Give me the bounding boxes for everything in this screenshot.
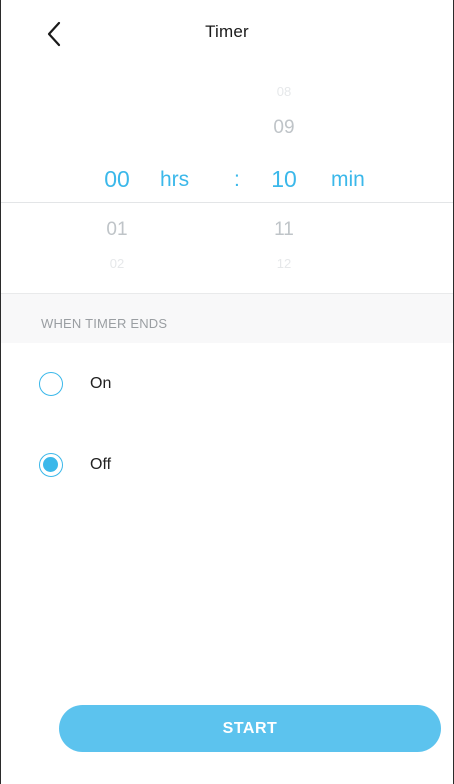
page-title: Timer xyxy=(205,22,249,41)
time-picker[interactable]: 00 01 02 hrs : 08 09 10 11 12 min xyxy=(1,68,453,293)
minutes-below-near[interactable]: 11 xyxy=(254,219,314,241)
hours-below-near[interactable]: 01 xyxy=(87,219,147,241)
selection-divider xyxy=(1,202,453,203)
header: Timer xyxy=(1,0,453,68)
option-on[interactable]: On xyxy=(39,364,339,404)
option-off-label: Off xyxy=(90,456,112,473)
timer-end-section-header: WHEN TIMER ENDS xyxy=(1,293,453,343)
minutes-unit: min xyxy=(331,168,365,191)
hours-below-far[interactable]: 02 xyxy=(87,256,147,271)
radio-on[interactable] xyxy=(39,372,63,396)
hours-unit: hrs xyxy=(160,168,190,191)
hours-selected[interactable]: 00 xyxy=(87,166,147,193)
minutes-below-far[interactable]: 12 xyxy=(254,256,314,271)
time-separator: : xyxy=(234,168,240,191)
minutes-selected[interactable]: 10 xyxy=(254,166,314,193)
radio-off[interactable] xyxy=(39,453,63,477)
option-off[interactable]: Off xyxy=(39,445,339,485)
section-label: WHEN TIMER ENDS xyxy=(41,316,168,331)
option-on-label: On xyxy=(90,375,112,392)
minutes-above-near[interactable]: 09 xyxy=(254,117,314,139)
start-button[interactable]: START xyxy=(59,705,441,752)
minutes-above-far[interactable]: 08 xyxy=(254,84,314,99)
timer-screen: Timer 00 01 02 hrs : 08 09 10 11 12 min … xyxy=(0,0,454,784)
